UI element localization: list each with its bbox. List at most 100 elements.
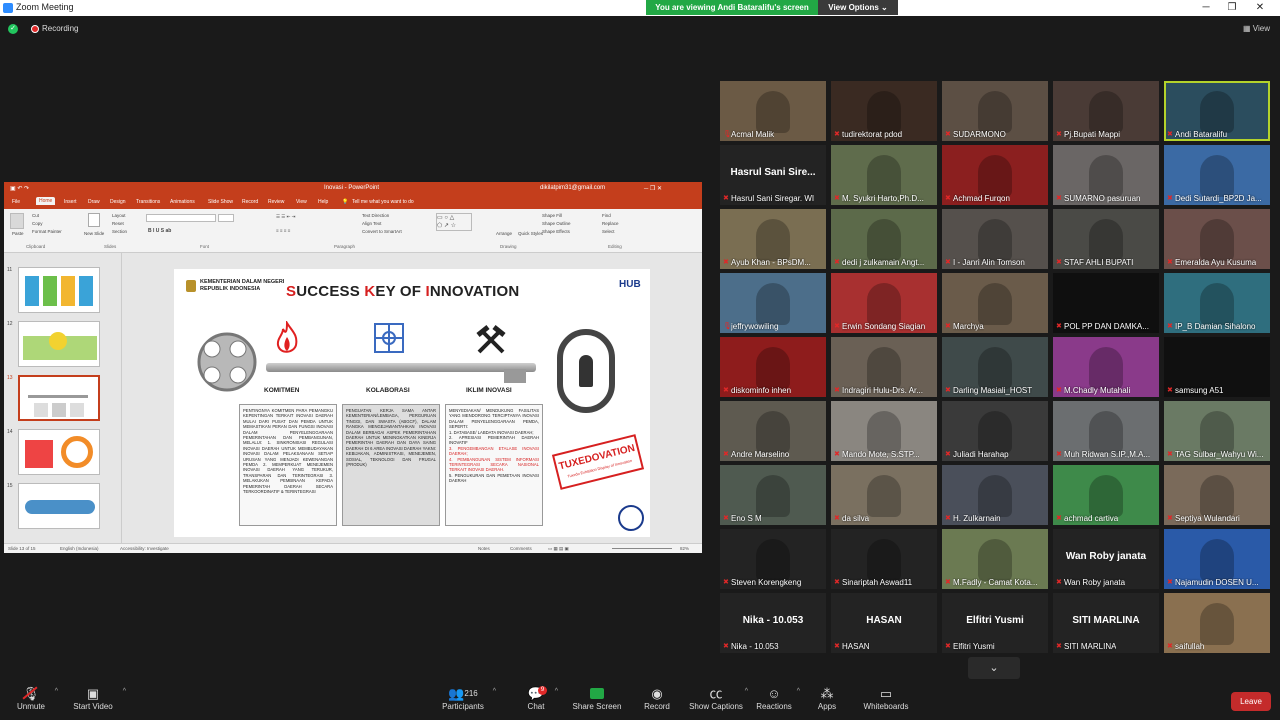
zoom-level[interactable]: 82% [680,546,689,551]
unmute-button[interactable]: 🎙 Unmute ^ [14,682,58,720]
participant-tile[interactable]: ✖ Indragiri Hulu-Drs. Ar... [831,337,937,397]
slide-thumbnail[interactable] [18,429,100,475]
participant-tile[interactable]: Elfitri Yusmi ✖ Elfitri Yusmi [942,593,1048,653]
participant-tile[interactable]: ✖ Eno S M [720,465,826,525]
participant-tile[interactable]: ✖ tudirektorat pdod [831,81,937,141]
participant-tile[interactable]: HASAN ✖ HASAN [831,593,937,653]
participant-tile[interactable]: ✖ Andi Bataralifu [1164,81,1270,141]
participant-tile[interactable]: ✖ SUMARNO pasuruan [1053,145,1159,205]
align-icon[interactable]: ≡ ≡ ≡ ≡ [276,228,290,233]
participant-tile[interactable]: ✖ Achmad Furqon [942,145,1048,205]
participant-tile[interactable]: Hasrul Sani Sire... ✖ Hasrul Sani Siregar.… [720,145,826,205]
slide-thumbnail[interactable] [18,267,100,313]
view-mode-icons[interactable]: ▭ ▦ ▤ ▣ [548,546,569,552]
leave-button[interactable]: Leave [1231,692,1271,711]
replace-button[interactable]: Replace [602,221,619,226]
participant-tile[interactable]: ✖ STAF AHLI BUPATI [1053,209,1159,269]
tab-review[interactable]: Review [268,199,284,205]
tab-home[interactable]: Home [36,197,56,205]
participant-tile[interactable]: ✖ Pj.Bupati Mappi [1053,81,1159,141]
paste-icon[interactable] [10,213,24,229]
participant-tile[interactable]: ✖ samsung A51 [1164,337,1270,397]
participant-tile[interactable]: ✖ M.Chadly Mutahali [1053,337,1159,397]
close-icon[interactable]: ✕ [1240,0,1280,16]
shield-check-icon[interactable]: ✓ [8,24,18,34]
participant-tile[interactable]: ✖ H. Zulkarnain [942,465,1048,525]
select-button[interactable]: Select [602,229,615,234]
font-size-select[interactable] [218,214,234,222]
shapes-gallery-icon[interactable]: ▭ ○ △ ⬠ ↗ ☆ [436,213,472,231]
participant-tile[interactable]: ✖ Sinariptah Aswad11 [831,529,937,589]
participant-tile[interactable]: ✖ Juliadi Harahap [942,401,1048,461]
font-name-select[interactable] [146,214,216,222]
arrange-button[interactable]: Arrange [496,231,512,236]
new-slide-button[interactable]: New Slide [84,231,104,236]
participant-tile[interactable]: Wan Roby janata ✖ Wan Roby janata [1053,529,1159,589]
apps-button[interactable]: ⁂ Apps [814,682,840,720]
participant-tile[interactable]: ✖ da silva [831,465,937,525]
whiteboards-button[interactable]: ▭ Whiteboards [862,682,910,720]
chevron-up-icon[interactable]: ^ [555,688,558,695]
shape-effects-button[interactable]: Shape Effects [542,229,570,234]
participant-tile[interactable]: ✖ Ayub Khan - BPsDM... [720,209,826,269]
quick-styles-button[interactable]: Quick Styles [518,231,543,236]
find-button[interactable]: Find [602,213,611,218]
shape-outline-button[interactable]: Shape Outline [542,221,571,226]
tab-slide-show[interactable]: Slide Show [208,199,233,205]
paste-button[interactable]: Paste [12,231,24,236]
tab-animations[interactable]: Animations [170,199,195,205]
participants-button[interactable]: 👥216 Participants ^ [440,682,496,720]
comments-button[interactable]: Comments [510,546,532,551]
cut-button[interactable]: Cut [32,213,39,218]
list-icon[interactable]: ☰ ☰ ⇤ ⇥ [276,214,295,220]
participant-tile[interactable]: ✖ TAG Sulbar_Wahyu Wi... [1164,401,1270,461]
align-text-button[interactable]: Align Text [362,221,381,226]
tab-transitions[interactable]: Transitions [136,199,160,205]
tab-record[interactable]: Record [242,199,258,205]
slide-thumbnail[interactable] [18,483,100,529]
tab-insert[interactable]: Insert [64,199,77,205]
reset-button[interactable]: Reset [112,221,124,226]
format-painter-button[interactable]: Format Painter [32,229,62,234]
view-options-button[interactable]: View Options ⌄ [818,0,898,15]
recording-label[interactable]: Recording [42,24,78,33]
participant-tile[interactable]: ✖ Mando Mote, S.STP... [831,401,937,461]
text-direction-button[interactable]: Text Direction [362,213,389,218]
participant-tile[interactable]: ✖ M.Fadly - Camat Kota... [942,529,1048,589]
copy-button[interactable]: Copy [32,221,43,226]
view-button[interactable]: ▦ View [1243,24,1270,33]
participant-tile[interactable]: SITI MARLINA ✖ SITI MARLINA [1053,593,1159,653]
participant-tile[interactable]: ✖ Steven Korengkeng [720,529,826,589]
participant-tile[interactable]: 🎙 Acmal Malik [720,81,826,141]
slide-thumbnail-current[interactable] [18,375,100,421]
participant-tile[interactable]: ✖ Andre Marselino [720,401,826,461]
participant-tile[interactable]: ✖ diskominfo inhen [720,337,826,397]
participant-tile[interactable]: ✖ Marchya [942,273,1048,333]
record-button[interactable]: ◉ Record [642,682,672,720]
new-slide-icon[interactable] [88,213,100,227]
chevron-up-icon[interactable]: ^ [493,688,496,695]
participant-tile[interactable]: ✖ Septiya Wulandari [1164,465,1270,525]
chevron-up-icon[interactable]: ^ [55,688,58,695]
participant-tile[interactable]: ✖ SUDARMONO [942,81,1048,141]
participant-tile[interactable]: ✖ Najamudin DOSEN U... [1164,529,1270,589]
chevron-up-icon[interactable]: ^ [123,688,126,695]
slide-canvas[interactable]: KEMENTERIAN DALAM NEGERI REPUBLIK INDONE… [174,269,650,537]
language-status[interactable]: English (Indonesia) [60,546,99,551]
participant-tile[interactable]: ✖ Erwin Sondang Siagian [831,273,937,333]
participant-tile[interactable]: ✖ saifullah [1164,593,1270,653]
convert-smartart-button[interactable]: Convert to SmartArt [362,229,402,234]
start-video-button[interactable]: ▣ Start Video ^ [70,682,126,720]
participant-tile[interactable]: ✖ Emeralda Ayu Kusuma [1164,209,1270,269]
tab-file[interactable]: File [12,199,20,205]
slide-thumbnail[interactable] [18,321,100,367]
show-captions-button[interactable]: ㏄ Show Captions ^ [688,682,748,720]
participant-tile[interactable]: ✖ Muh Ridwan S.IP.,M.A... [1053,401,1159,461]
tab-draw[interactable]: Draw [88,199,100,205]
shape-fill-button[interactable]: Shape Fill [542,213,562,218]
participant-tile[interactable]: ✖ M. Syukri Harto,Ph.D... [831,145,937,205]
chevron-up-icon[interactable]: ^ [797,688,800,695]
notes-button[interactable]: Notes [478,546,490,551]
bold-italic-underline-icon[interactable]: B I U S ab [148,228,171,234]
gallery-next-page-icon[interactable]: ⌄ [968,657,1020,679]
